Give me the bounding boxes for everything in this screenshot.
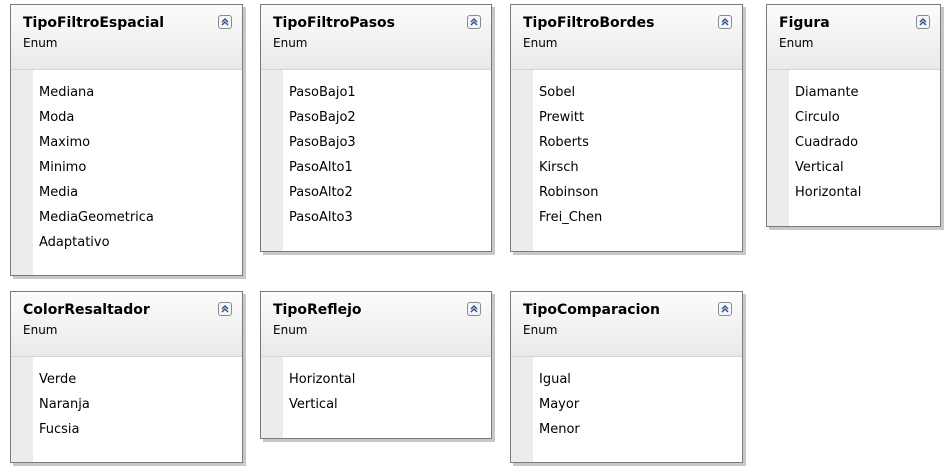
collapse-button[interactable] [467,302,481,316]
enum-kind: Enum [23,323,58,337]
enum-value: Frei_Chen [539,210,603,225]
enum-header: TipoFiltroEspacial Enum [11,5,242,70]
collapse-chevrons-icon [470,18,478,26]
enum-value: Mediana [39,85,95,100]
enum-header: TipoFiltroPasos Enum [261,5,491,70]
enum-value: Robinson [539,185,599,200]
enum-body: Igual Mayor Menor [511,357,742,462]
enum-value: Menor [539,422,580,437]
collapse-button[interactable] [718,302,732,316]
enum-kind: Enum [523,36,558,50]
enum-box-figura[interactable]: Figura Enum Diamante Circulo Cuadrado Ve… [766,4,941,227]
collapse-chevrons-icon [221,18,229,26]
enum-value: Diamante [795,85,859,100]
enum-header: TipoReflejo Enum [261,292,491,357]
enum-value: Moda [39,110,75,125]
enum-title: TipoReflejo [273,302,362,318]
enum-kind: Enum [523,323,558,337]
enum-title: TipoFiltroBordes [523,15,655,31]
enum-value: PasoAlto2 [289,185,353,200]
enum-value: Adaptativo [39,235,110,250]
enum-box-tipofiltropasos[interactable]: TipoFiltroPasos Enum PasoBajo1 PasoBajo2… [260,4,492,252]
enum-value: Prewitt [539,110,585,125]
enum-value: MediaGeometrica [39,210,154,225]
enum-body: Mediana Moda Maximo Minimo Media MediaGe… [11,70,242,275]
enum-value: PasoAlto3 [289,210,353,225]
enum-kind: Enum [273,323,308,337]
enum-header: Figura Enum [767,5,940,70]
enum-body: Verde Naranja Fucsia [11,357,242,462]
enum-body: PasoBajo1 PasoBajo2 PasoBajo3 PasoAlto1 … [261,70,491,251]
enum-value: Media [39,185,79,200]
enum-title: TipoComparacion [523,302,660,318]
enum-header: TipoComparacion Enum [511,292,742,357]
enum-value: Igual [539,372,571,387]
enum-value: PasoAlto1 [289,160,353,175]
enum-value: Sobel [539,85,576,100]
enum-value: Mayor [539,397,580,412]
enum-kind: Enum [779,36,814,50]
enum-value: Vertical [795,160,844,175]
enum-header: TipoFiltroBordes Enum [511,5,742,70]
enum-box-tipofiltroespacial[interactable]: TipoFiltroEspacial Enum Mediana Moda Max… [10,4,243,276]
collapse-button[interactable] [218,15,232,29]
enum-title: TipoFiltroEspacial [23,15,165,31]
enum-box-colorresaltador[interactable]: ColorResaltador Enum Verde Naranja Fucsi… [10,291,243,463]
collapse-button[interactable] [467,15,481,29]
enum-value: Verde [39,372,77,387]
enum-value: Naranja [39,397,90,412]
enum-value: Circulo [795,110,840,125]
enum-body: Horizontal Vertical [261,357,491,438]
enum-value: Vertical [289,397,338,412]
enum-value: Roberts [539,135,589,150]
enum-header: ColorResaltador Enum [11,292,242,357]
enum-box-tipofiltrobordes[interactable]: TipoFiltroBordes Enum Sobel Prewitt Robe… [510,4,743,252]
collapse-button[interactable] [916,15,930,29]
enum-value: PasoBajo2 [289,110,356,125]
enum-value: Maximo [39,135,91,150]
enum-kind: Enum [273,36,308,50]
collapse-chevrons-icon [470,305,478,313]
enum-value: Fucsia [39,422,80,437]
enum-value: Horizontal [289,372,356,387]
enum-body: Diamante Circulo Cuadrado Vertical Horiz… [767,70,940,226]
collapse-chevrons-icon [919,18,927,26]
enum-title: ColorResaltador [23,302,150,318]
enum-value: Minimo [39,160,87,175]
collapse-chevrons-icon [721,18,729,26]
collapse-button[interactable] [718,15,732,29]
enum-value: Cuadrado [795,135,859,150]
enum-value: PasoBajo1 [289,85,356,100]
collapse-button[interactable] [218,302,232,316]
enum-value: PasoBajo3 [289,135,356,150]
enum-value: Kirsch [539,160,579,175]
collapse-chevrons-icon [221,305,229,313]
enum-value: Horizontal [795,185,862,200]
enum-box-tiporeflejo[interactable]: TipoReflejo Enum Horizontal Vertical [260,291,492,439]
enum-title: Figura [779,15,830,31]
enum-title: TipoFiltroPasos [273,15,395,31]
collapse-chevrons-icon [721,305,729,313]
enum-box-tipocomparacion[interactable]: TipoComparacion Enum Igual Mayor Menor [510,291,743,463]
enum-kind: Enum [23,36,58,50]
enum-body: Sobel Prewitt Roberts Kirsch Robinson Fr… [511,70,742,251]
